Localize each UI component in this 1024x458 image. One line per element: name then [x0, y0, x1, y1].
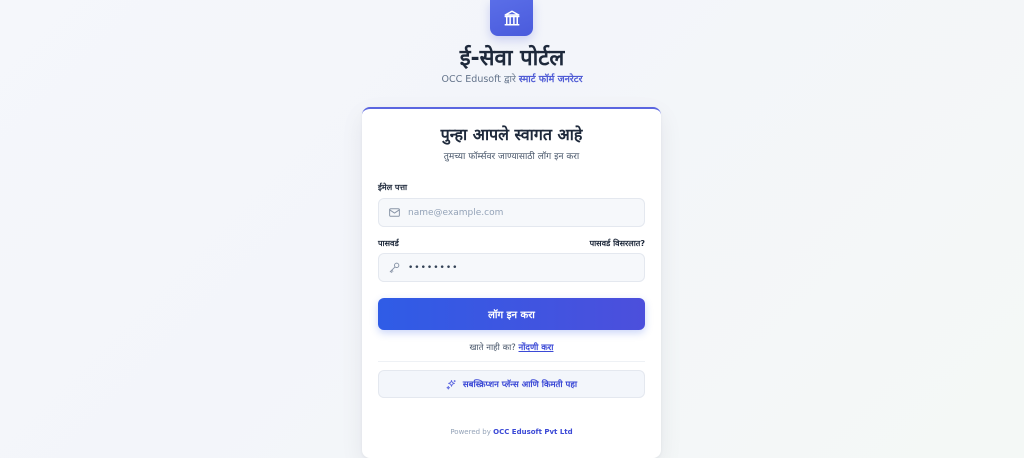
password-field[interactable] [408, 262, 628, 273]
password-field-wrapper[interactable] [378, 253, 645, 282]
password-label: पासवर्ड [378, 239, 399, 248]
subscription-plans-button[interactable]: सबस्क्रिप्शन प्लॅन्स आणि किमती पहा [378, 370, 645, 398]
subtitle-accent: स्मार्ट फॉर्म जनरेटर [518, 74, 583, 85]
powered-by-company: OCC Edusoft Pvt Ltd [493, 428, 573, 436]
powered-by-prefix: Powered by [450, 428, 491, 436]
portal-logo [490, 0, 533, 36]
login-button[interactable]: लॉग इन करा [378, 298, 645, 330]
email-label: ईमेल पत्ता [378, 183, 408, 192]
register-link[interactable]: नोंदणी करा [519, 343, 554, 353]
forgot-password-link[interactable]: पासवर्ड विसरलात? [590, 238, 645, 249]
email-field-wrapper[interactable] [378, 198, 645, 227]
page-title: ई-सेवा पोर्टल [459, 46, 565, 71]
divider [378, 361, 645, 362]
welcome-subheading: तुमच्या फॉर्म्सवर जाण्यासाठी लॉग इन करा [443, 152, 580, 162]
sparkles-icon [446, 379, 457, 390]
powered-by: Powered by OCC Edusoft Pvt Ltd [362, 428, 661, 436]
bank-building-icon [504, 10, 519, 26]
key-icon [389, 262, 400, 273]
register-prompt-text: खाते नाही का? [469, 343, 516, 353]
email-field[interactable] [408, 207, 628, 218]
subtitle-prefix: OCC Edusoft द्वारे [441, 74, 516, 85]
page-subtitle: OCC Edusoft द्वारे स्मार्ट फॉर्म जनरेटर [0, 72, 1024, 85]
subscription-plans-label: सबस्क्रिप्शन प्लॅन्स आणि किमती पहा [462, 379, 578, 390]
register-prompt: खाते नाही का? नोंदणी करा [362, 342, 661, 353]
login-card: पुन्हा आपले स्वागत आहे तुमच्या फॉर्म्सवर… [362, 107, 661, 458]
welcome-heading: पुन्हा आपले स्वागत आहे [440, 125, 583, 144]
mail-icon [389, 208, 400, 217]
